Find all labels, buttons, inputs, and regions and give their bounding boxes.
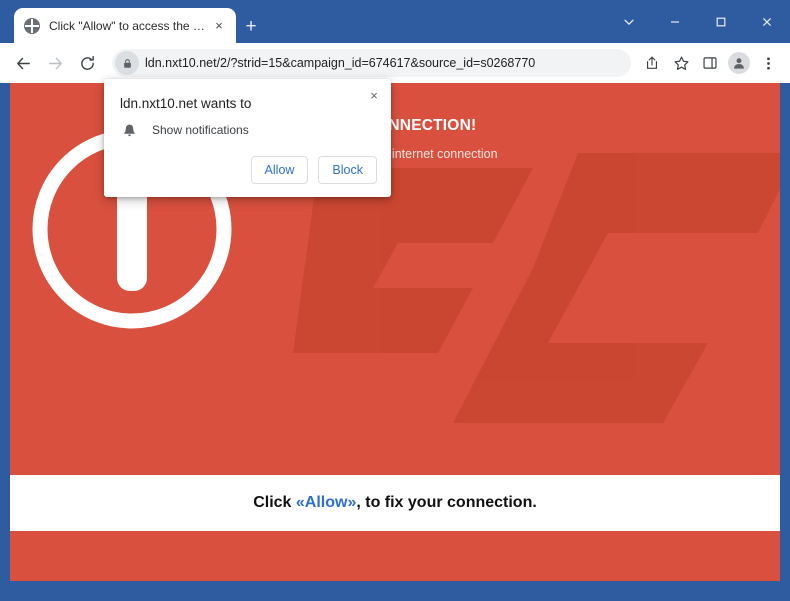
maximize-button[interactable] — [698, 0, 744, 43]
three-dots-menu-icon[interactable] — [754, 49, 782, 77]
dialog-close-icon[interactable]: × — [363, 84, 385, 106]
globe-icon — [24, 17, 40, 34]
banner-suffix: , to fix your connection. — [356, 494, 537, 511]
banner-text: Click «Allow», to fix your connection. — [253, 494, 537, 512]
browser-tab[interactable]: Click "Allow" to access the site × — [14, 8, 236, 43]
star-icon[interactable] — [667, 49, 695, 77]
url-text: ldn.nxt10.net/2/?strid=15&campaign_id=67… — [145, 56, 536, 70]
tab-close-icon[interactable]: × — [210, 17, 228, 35]
side-panel-icon[interactable] — [696, 49, 724, 77]
minimize-button[interactable] — [652, 0, 698, 43]
reload-button[interactable] — [72, 48, 102, 78]
share-icon[interactable] — [638, 49, 666, 77]
permission-label: Show notifications — [152, 123, 249, 137]
dialog-permission-row: Show notifications — [120, 121, 249, 139]
back-button[interactable] — [8, 48, 38, 78]
dialog-actions: Allow Block — [250, 156, 377, 184]
close-window-button[interactable] — [744, 0, 790, 43]
tab-search-chevron-down-icon[interactable] — [606, 0, 652, 43]
browser-toolbar: ldn.nxt10.net/2/?strid=15&campaign_id=67… — [0, 43, 790, 83]
notification-permission-dialog: × ldn.nxt10.net wants to Show notificati… — [104, 79, 391, 197]
banner-accent: «Allow» — [295, 494, 357, 511]
profile-avatar-icon[interactable] — [725, 49, 753, 77]
tab-strip: Click "Allow" to access the site × + — [0, 0, 790, 43]
new-tab-button[interactable]: + — [238, 14, 264, 40]
banner-prefix: Click — [253, 494, 296, 511]
lock-icon[interactable] — [115, 51, 139, 75]
block-button[interactable]: Block — [318, 156, 377, 184]
allow-button[interactable]: Allow — [250, 156, 309, 184]
forward-button[interactable] — [40, 48, 70, 78]
tab-title: Click "Allow" to access the site — [49, 18, 210, 33]
dialog-title: ldn.nxt10.net wants to — [120, 96, 252, 111]
browser-window: Click "Allow" to access the site × + ldn… — [0, 0, 790, 601]
address-bar[interactable]: ldn.nxt10.net/2/?strid=15&campaign_id=67… — [112, 49, 631, 77]
window-controls — [606, 0, 790, 43]
bell-icon — [120, 121, 138, 139]
bottom-banner: Click «Allow», to fix your connection. — [10, 475, 780, 531]
